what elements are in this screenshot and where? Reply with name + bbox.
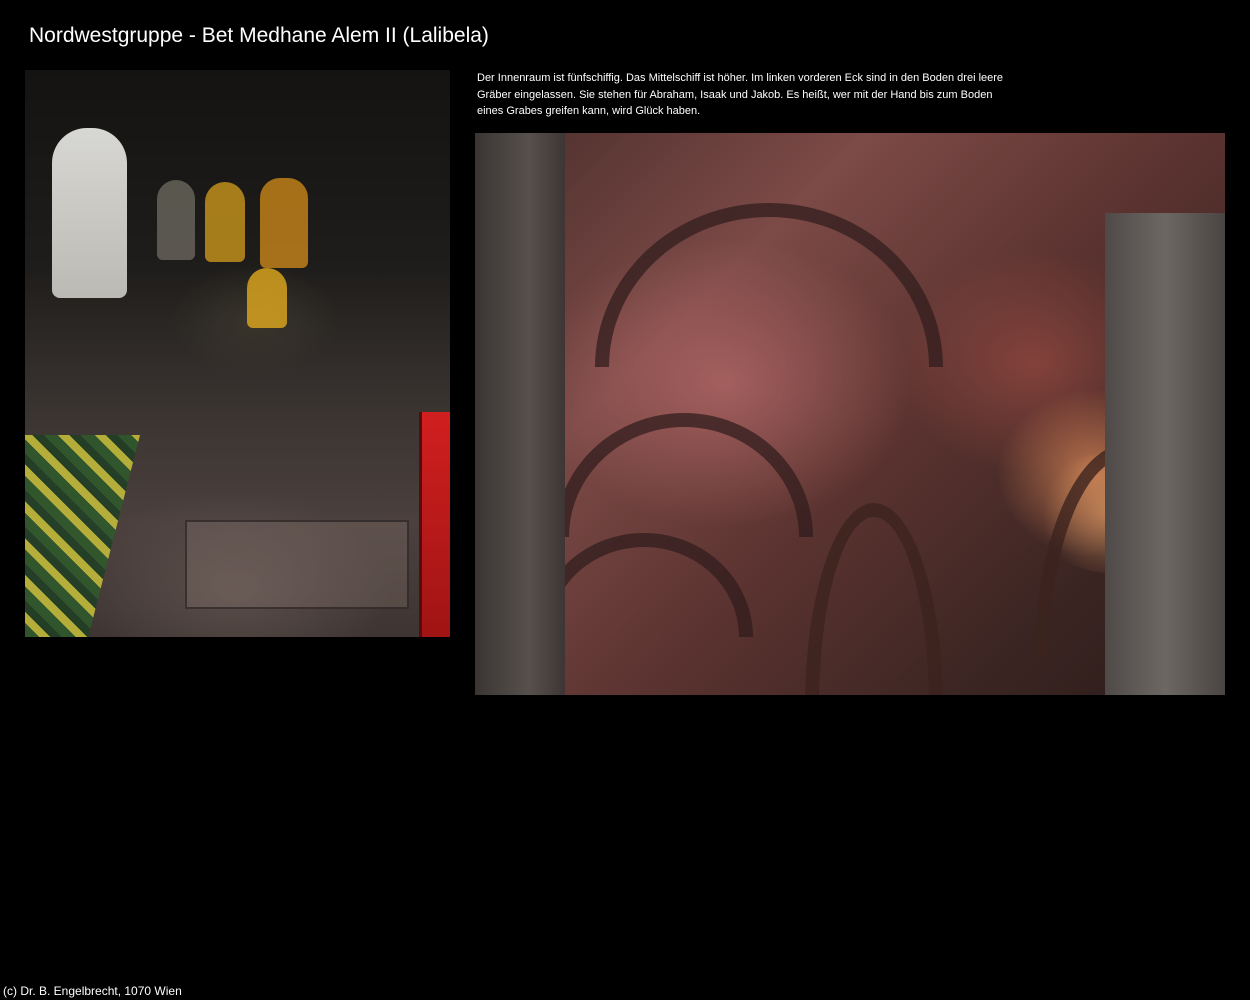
photo-detail-pillar <box>1105 213 1225 695</box>
photo-detail-grave <box>185 520 409 609</box>
page-title: Nordwestgruppe - Bet Medhane Alem II (La… <box>29 24 489 47</box>
photo-detail-sign <box>419 412 450 637</box>
photo-detail-mat <box>25 435 140 637</box>
footer-copyright: (c) Dr. B. Engelbrecht, 1070 Wien <box>3 984 182 998</box>
photo-interior-graves[interactable] <box>25 70 450 637</box>
page: Nordwestgruppe - Bet Medhane Alem II (La… <box>0 0 1250 1000</box>
photo-detail-pillar <box>475 133 565 695</box>
photo-detail-arch <box>535 533 753 637</box>
photo-detail-arch <box>805 503 943 695</box>
photo-detail-figure <box>205 182 245 262</box>
photo-detail-figure <box>260 178 308 268</box>
photo-caption: Der Innenraum ist fünfschiffig. Das Mitt… <box>477 72 1004 117</box>
photo-detail-figure <box>157 180 195 260</box>
photo-detail-arch <box>555 413 813 537</box>
photo-detail-arch <box>595 203 943 367</box>
photo-detail-figure <box>247 268 287 328</box>
photo-detail-white-robe <box>52 128 127 298</box>
photo-interior-vaults[interactable] <box>475 133 1225 695</box>
